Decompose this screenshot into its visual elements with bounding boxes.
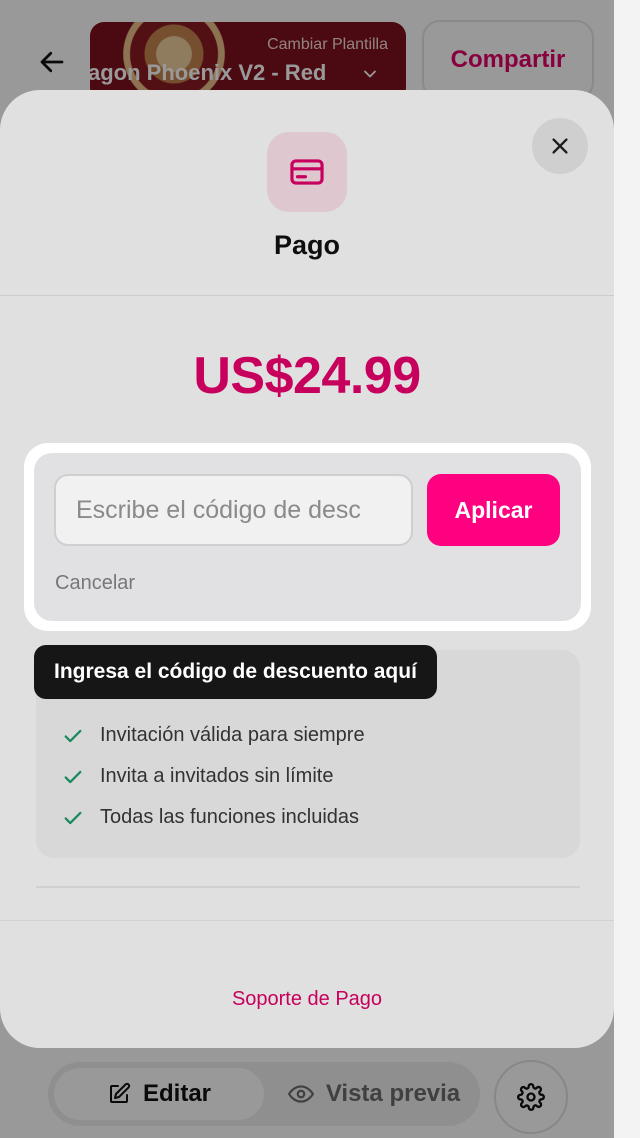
cancel-discount-link[interactable]: Cancelar xyxy=(55,572,135,595)
scrollbar-track[interactable] xyxy=(614,0,640,1138)
discount-code-input[interactable] xyxy=(54,474,413,546)
discount-tooltip: Ingresa el código de descuento aquí xyxy=(34,645,437,699)
apply-button[interactable]: Aplicar xyxy=(427,474,560,546)
